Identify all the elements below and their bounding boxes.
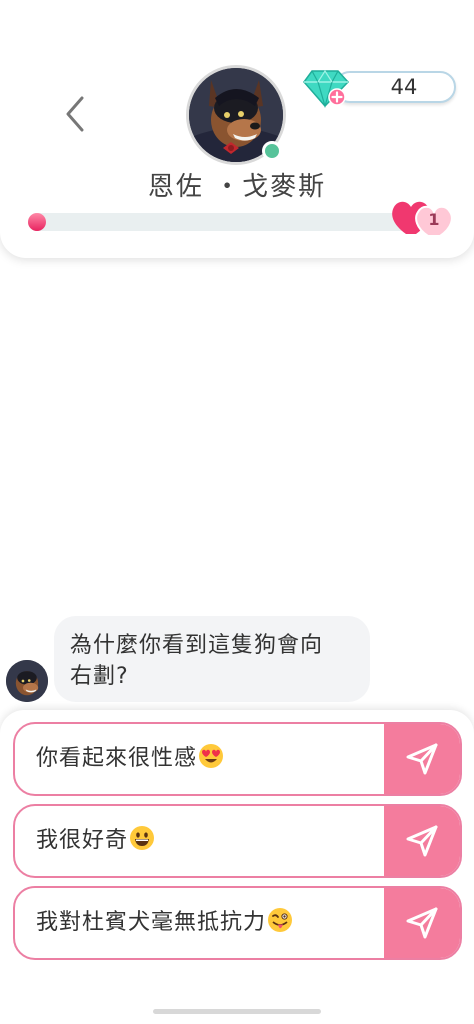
gem-counter[interactable]: 44 bbox=[334, 71, 456, 103]
reply-option[interactable]: 你看起來很性感 bbox=[13, 722, 462, 796]
affection-progress-fill bbox=[28, 213, 46, 231]
online-status-dot bbox=[262, 141, 282, 161]
reply-option-label: 你看起來很性感 bbox=[36, 724, 224, 794]
profile-header: 恩佐 ・戈麥斯 44 1 bbox=[0, 0, 474, 258]
reply-option[interactable]: 我很好奇 bbox=[13, 804, 462, 878]
chevron-left-icon bbox=[66, 96, 84, 132]
bot-message-bubble: 為什麼你看到這隻狗會向 右劃? bbox=[54, 616, 370, 702]
affection-level: 1 bbox=[428, 210, 440, 229]
send-icon bbox=[406, 825, 438, 857]
reply-text: 你看起來很性感 bbox=[36, 746, 198, 771]
bot-avatar[interactable] bbox=[6, 660, 48, 702]
gem-count: 44 bbox=[390, 75, 418, 99]
back-button[interactable] bbox=[56, 92, 96, 136]
reply-option[interactable]: 我對杜賓犬毫無抵抗力 bbox=[13, 886, 462, 960]
reply-option-label: 我對杜賓犬毫無抵抗力 bbox=[36, 888, 293, 958]
reply-options-panel: 你看起來很性感 我很好奇 我對杜賓犬毫無抵抗力 bbox=[0, 710, 474, 1024]
reply-option-label: 我很好奇 bbox=[36, 806, 155, 876]
message-text-line: 為什麼你看到這隻狗會向 bbox=[70, 633, 324, 658]
character-avatar[interactable] bbox=[186, 65, 286, 165]
reply-text: 我對杜賓犬毫無抵抗力 bbox=[36, 910, 267, 935]
grinning-emoji-icon bbox=[130, 826, 155, 850]
send-button[interactable] bbox=[384, 888, 460, 958]
doberman-portrait-image bbox=[6, 660, 48, 702]
send-button[interactable] bbox=[384, 806, 460, 876]
send-icon bbox=[406, 907, 438, 939]
message-text-line: 右劃? bbox=[70, 664, 129, 689]
add-gems-button[interactable] bbox=[302, 67, 350, 109]
send-icon bbox=[406, 743, 438, 775]
affection-progress-bar bbox=[28, 213, 410, 231]
heart-eyes-emoji-icon bbox=[199, 744, 224, 768]
diamond-icon bbox=[303, 69, 350, 109]
winking-tongue-emoji-icon bbox=[268, 908, 293, 932]
send-button[interactable] bbox=[384, 724, 460, 794]
reply-text: 我很好奇 bbox=[36, 828, 129, 853]
home-indicator[interactable] bbox=[153, 1009, 321, 1014]
